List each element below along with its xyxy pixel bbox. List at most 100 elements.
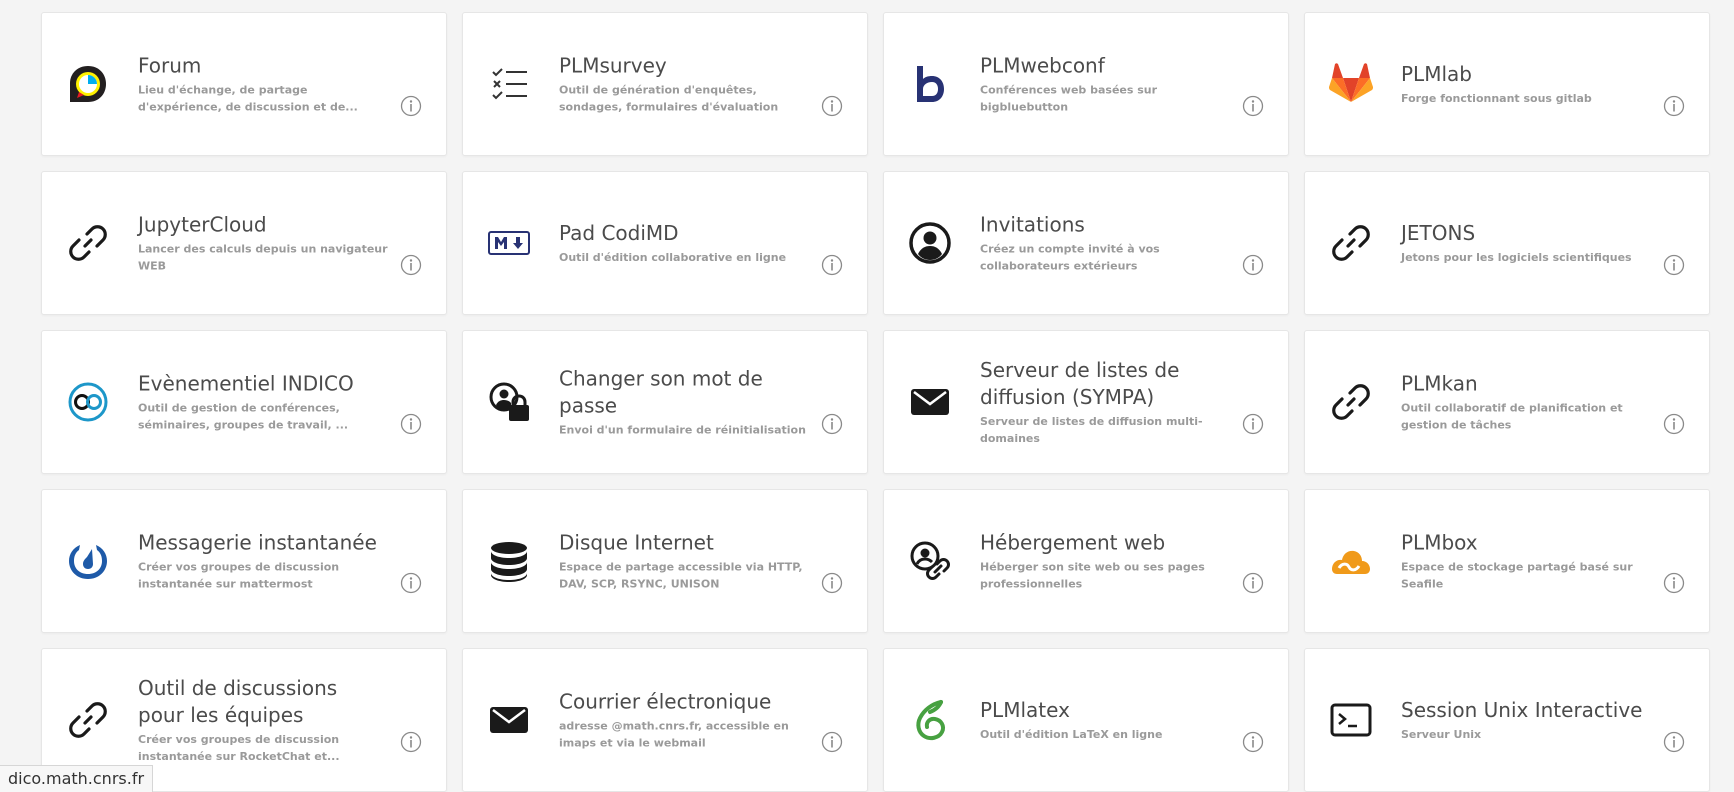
service-description: Héberger son site web ou ses pages profe…: [980, 560, 1205, 591]
service-title: PLMkan: [1401, 371, 1478, 396]
service-description: Serveur de listes de diffusion multi-dom…: [980, 415, 1203, 445]
info-icon[interactable]: [1242, 731, 1264, 753]
service-description: Conférences web basées sur bigbluebutton: [980, 83, 1158, 114]
service-card-text: Hébergement web Héberger son site web ou …: [980, 530, 1230, 593]
service-card-messagerie-instantanee[interactable]: Messagerie instantanée Créer vos groupes …: [41, 489, 447, 633]
service-card-session-unix-interactive[interactable]: Session Unix Interactive Serveur Unix: [1304, 648, 1710, 792]
service-card-text: Changer son mot de passe Envoi d'un formu…: [559, 366, 809, 439]
service-description: Jetons pour les logiciels scientifiques: [1401, 251, 1632, 264]
service-card-serveur-de-listes-de-diffusion-sympa[interactable]: Serveur de listes de diffusion (SYMPA) Se…: [883, 330, 1289, 474]
service-description: Serveur Unix: [1401, 728, 1482, 741]
info-icon[interactable]: [400, 254, 422, 276]
envelope-icon: [485, 696, 533, 744]
service-title: Disque Internet: [559, 530, 714, 555]
service-description: Forge fonctionnant sous gitlab: [1401, 92, 1592, 105]
service-description: Outil de gestion de conférences, séminai…: [138, 401, 349, 432]
service-title: Invitations: [980, 212, 1085, 237]
info-icon[interactable]: [1663, 572, 1685, 594]
service-card-text: Invitations Créez un compte invité à vos …: [980, 212, 1230, 275]
seafile-icon: [1327, 537, 1375, 585]
database-icon: [485, 537, 533, 585]
service-card-text: Messagerie instantanée Créer vos groupes …: [138, 530, 388, 593]
service-description: Espace de stockage partagé basé sur Seaf…: [1401, 560, 1633, 591]
info-icon[interactable]: [1242, 413, 1264, 435]
page: Forum Lieu d'échange, de partage d'expéri…: [0, 0, 1734, 792]
service-card-text: PLMbox Espace de stockage partagé basé su…: [1401, 530, 1651, 593]
service-card-text: Session Unix Interactive Serveur Unix: [1401, 697, 1651, 743]
service-card-evenementiel-indico[interactable]: Evènementiel INDICO Outil de gestion de c…: [41, 330, 447, 474]
service-title: Serveur de listes de diffusion (SYMPA): [980, 358, 1180, 409]
service-card-plmwebconf[interactable]: PLMwebconf Conférences web basées sur big…: [883, 12, 1289, 156]
link-icon: [1327, 378, 1375, 426]
link-icon: [64, 219, 112, 267]
user-circle-icon: [906, 219, 954, 267]
user-lock-icon: [485, 378, 533, 426]
service-card-pad-codimd[interactable]: Pad CodiMD Outil d'édition collaborative …: [462, 171, 868, 315]
info-icon[interactable]: [821, 731, 843, 753]
service-card-plmkan[interactable]: PLMkan Outil collaboratif de planificatio…: [1304, 330, 1710, 474]
indico-icon: [64, 378, 112, 426]
service-title: Changer son mot de passe: [559, 366, 763, 418]
info-icon[interactable]: [1663, 254, 1685, 276]
info-icon[interactable]: [1663, 731, 1685, 753]
service-description: Créer vos groupes de discussion instanta…: [138, 733, 340, 763]
service-title: Outil de discussions pour les équipes: [138, 676, 338, 727]
service-card-text: JETONS Jetons pour les logiciels scientif…: [1401, 220, 1651, 266]
info-icon[interactable]: [1242, 95, 1264, 117]
info-icon[interactable]: [821, 572, 843, 594]
info-icon[interactable]: [821, 254, 843, 276]
service-card-invitations[interactable]: Invitations Créez un compte invité à vos …: [883, 171, 1289, 315]
service-card-disque-internet[interactable]: Disque Internet Espace de partage accessi…: [462, 489, 868, 633]
service-card-text: PLMlatex Outil d'édition LaTeX en ligne: [980, 697, 1230, 743]
info-icon[interactable]: [821, 413, 843, 435]
service-title: Pad CodiMD: [559, 221, 679, 245]
info-icon[interactable]: [400, 731, 422, 753]
status-bar-url: dico.math.cnrs.fr: [0, 765, 154, 792]
service-description: Lancer des calculs depuis un navigateur …: [138, 242, 388, 273]
checklist-icon: [485, 60, 533, 108]
service-description: Lieu d'échange, de partage d'expérience,…: [138, 83, 358, 114]
mattermost-icon: [64, 537, 112, 585]
service-description: Envoi d'un formulaire de réinitialisatio…: [559, 423, 806, 437]
service-description: Créez un compte invité à vos collaborate…: [980, 242, 1160, 273]
link-icon: [1327, 219, 1375, 267]
bigbluebutton-icon: [906, 60, 954, 108]
service-title: PLMwebconf: [980, 53, 1105, 78]
service-description: Outil d'édition LaTeX en ligne: [980, 728, 1163, 741]
service-card-text: Evènementiel INDICO Outil de gestion de c…: [138, 371, 388, 434]
info-icon[interactable]: [400, 572, 422, 594]
info-icon[interactable]: [400, 413, 422, 435]
service-card-text: PLMkan Outil collaboratif de planificatio…: [1401, 371, 1651, 434]
info-icon[interactable]: [400, 95, 422, 117]
user-link-icon: [906, 537, 954, 585]
service-title: Session Unix Interactive: [1401, 698, 1643, 722]
service-card-text: PLMlab Forge fonctionnant sous gitlab: [1401, 61, 1651, 107]
service-card-plmsurvey[interactable]: PLMsurvey Outil de génération d'enquêtes,…: [462, 12, 868, 156]
service-card-changer-son-mot-de-passe[interactable]: Changer son mot de passe Envoi d'un formu…: [462, 330, 868, 474]
service-card-jetons[interactable]: JETONS Jetons pour les logiciels scientif…: [1304, 171, 1710, 315]
service-card-plmlab[interactable]: PLMlab Forge fonctionnant sous gitlab: [1304, 12, 1710, 156]
info-icon[interactable]: [1663, 95, 1685, 117]
service-description: Outil d'édition collaborative en ligne: [559, 251, 787, 264]
terminal-icon: [1327, 696, 1375, 744]
service-card-courrier-electronique[interactable]: Courrier électronique adresse @math.cnrs.…: [462, 648, 868, 792]
service-title: Hébergement web: [980, 530, 1166, 555]
service-card-text: Forum Lieu d'échange, de partage d'expéri…: [138, 53, 388, 116]
info-icon[interactable]: [1242, 254, 1264, 276]
envelope-icon: [906, 378, 954, 426]
service-card-text: Pad CodiMD Outil d'édition collaborative …: [559, 220, 809, 266]
service-card-plmlatex[interactable]: PLMlatex Outil d'édition LaTeX en ligne: [883, 648, 1289, 792]
service-card-plmbox[interactable]: PLMbox Espace de stockage partagé basé su…: [1304, 489, 1710, 633]
service-card-jupytercloud[interactable]: JupyterCloud Lancer des calculs depuis un…: [41, 171, 447, 315]
services-grid: Forum Lieu d'échange, de partage d'expéri…: [41, 12, 1711, 792]
info-icon[interactable]: [1663, 413, 1685, 435]
info-icon[interactable]: [1242, 572, 1264, 594]
service-card-text: PLMwebconf Conférences web basées sur big…: [980, 53, 1230, 116]
service-card-hebergement-web[interactable]: Hébergement web Héberger son site web ou …: [883, 489, 1289, 633]
service-description: Outil collaboratif de planification et g…: [1401, 401, 1623, 432]
service-card-text: PLMsurvey Outil de génération d'enquêtes,…: [559, 53, 809, 116]
info-icon[interactable]: [821, 95, 843, 117]
service-description: Outil de génération d'enquêtes, sondages…: [559, 83, 779, 114]
service-title: PLMlab: [1401, 62, 1472, 86]
service-card-forum[interactable]: Forum Lieu d'échange, de partage d'expéri…: [41, 12, 447, 156]
